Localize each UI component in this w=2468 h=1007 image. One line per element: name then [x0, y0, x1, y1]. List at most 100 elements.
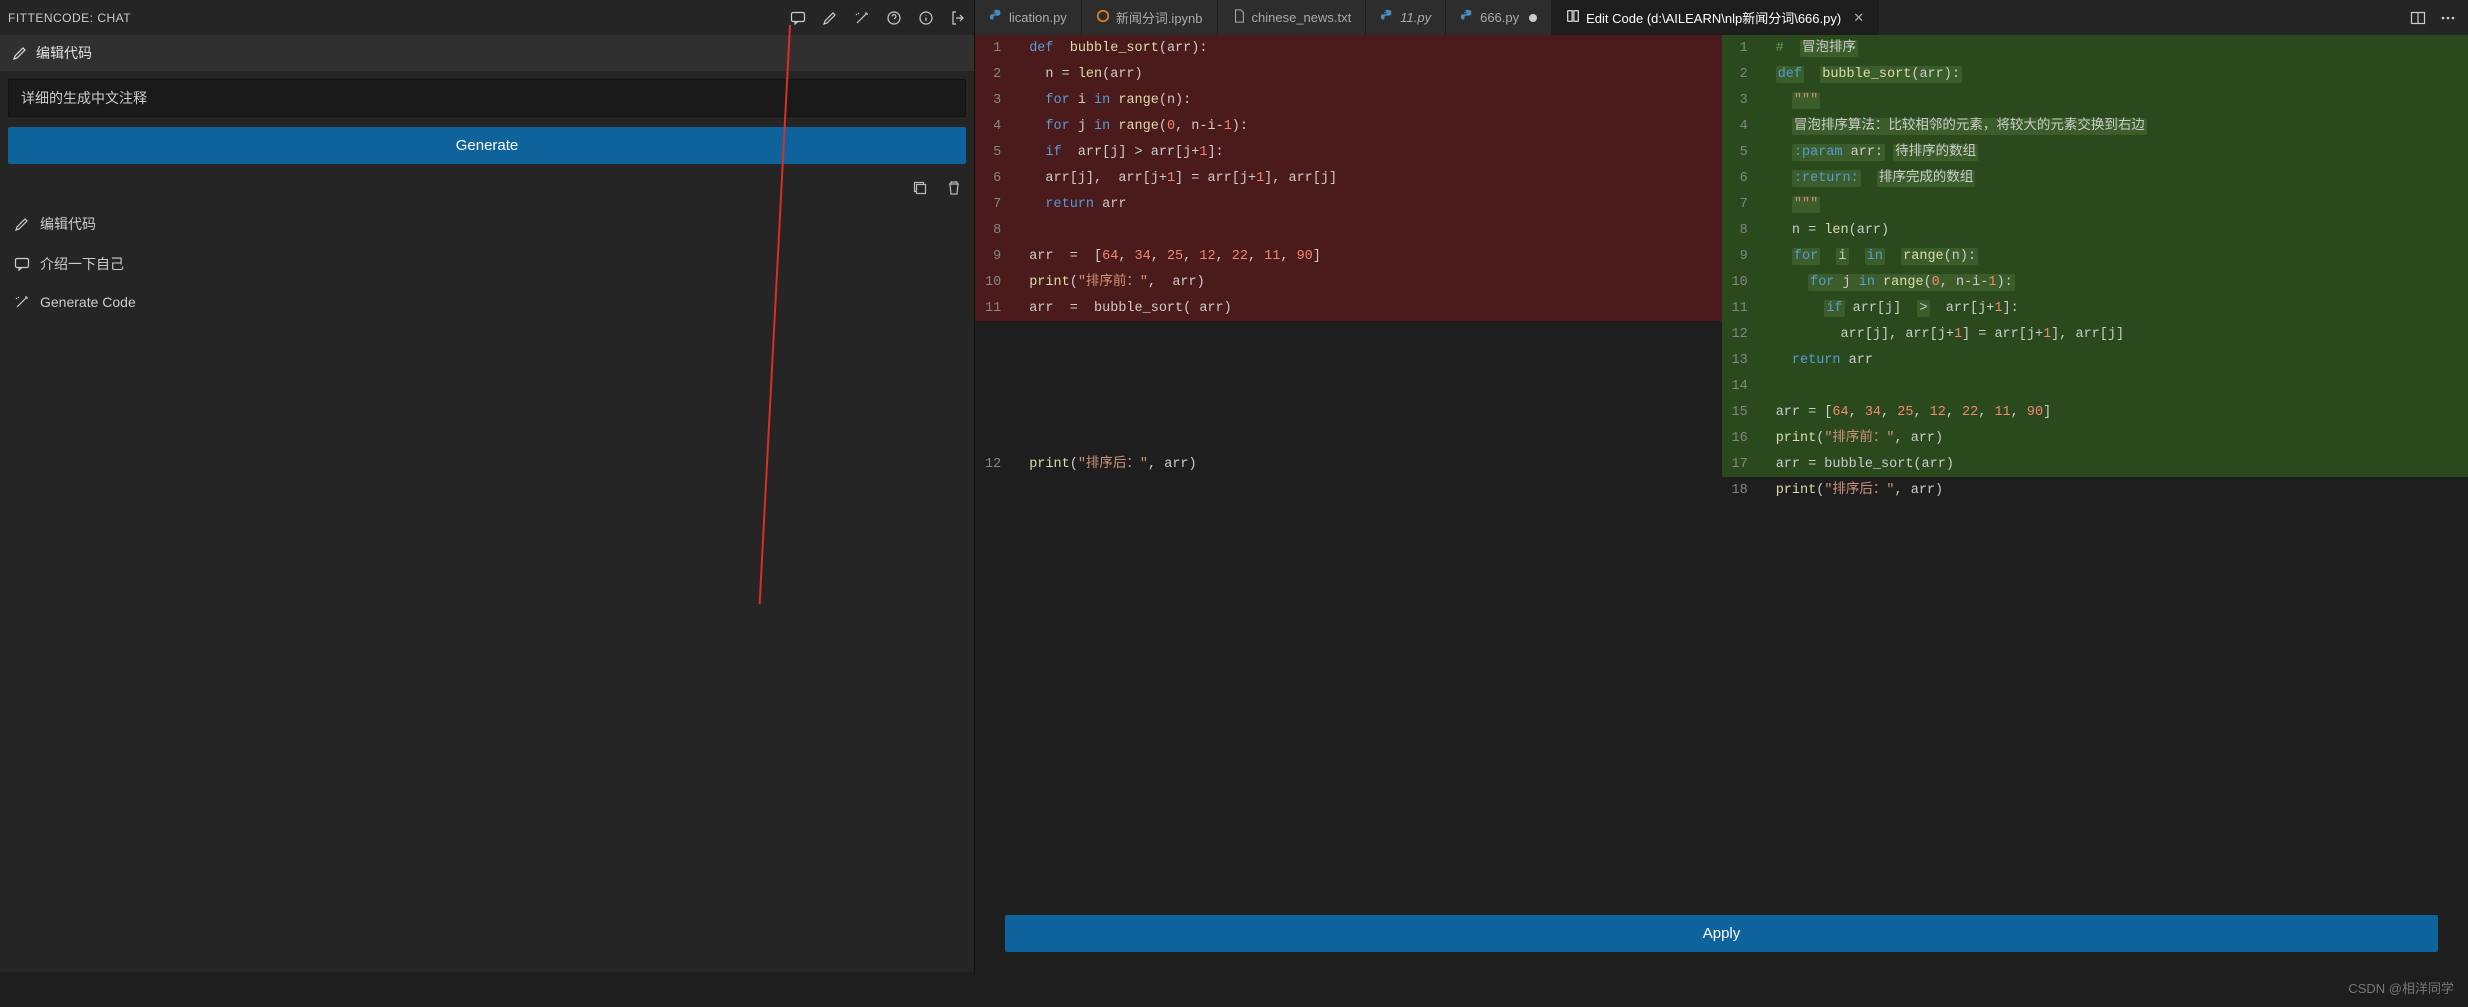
line-number: 12 — [975, 451, 1019, 477]
editor-tab[interactable]: 666.py — [1446, 0, 1552, 35]
edit-icon — [1566, 9, 1580, 26]
code-line[interactable]: arr = bubble_sort( arr) — [1019, 295, 1721, 321]
editor-tab[interactable]: 新闻分词.ipynb — [1082, 0, 1218, 35]
close-icon[interactable]: ✕ — [1853, 10, 1864, 26]
code-line[interactable]: n = len(arr) — [1766, 217, 2468, 243]
code-line[interactable] — [1019, 373, 1721, 399]
code-line[interactable] — [1019, 399, 1721, 425]
code-line[interactable]: return arr — [1766, 347, 2468, 373]
code-line[interactable]: print("排序后：", arr) — [1019, 451, 1721, 477]
line-number: 15 — [1722, 399, 1766, 425]
more-icon[interactable] — [2440, 10, 2456, 26]
diff-editor[interactable]: 123456789101112 def bubble_sort(arr): n … — [975, 35, 2468, 895]
code-line[interactable]: for j in range(0, n-i-1): — [1019, 113, 1721, 139]
pencil-icon — [14, 216, 30, 232]
code-line[interactable]: arr = [64, 34, 25, 12, 22, 11, 90] — [1019, 243, 1721, 269]
line-number: 13 — [1722, 347, 1766, 373]
editor-tab[interactable]: chinese_news.txt — [1218, 0, 1367, 35]
pencil-icon[interactable] — [822, 10, 838, 26]
tab-label: 新闻分词.ipynb — [1116, 8, 1203, 27]
code-line[interactable]: arr = bubble_sort(arr) — [1766, 451, 2468, 477]
diff-left-pane: 123456789101112 def bubble_sort(arr): n … — [975, 35, 1722, 895]
line-number: 11 — [975, 295, 1019, 321]
python-icon — [989, 9, 1003, 26]
line-number: 4 — [1722, 113, 1766, 139]
code-line[interactable] — [1019, 425, 1721, 451]
editor-tab[interactable]: 11.py — [1366, 0, 1446, 35]
code-line[interactable]: def bubble_sort(arr): — [1019, 35, 1721, 61]
history-item[interactable]: 编辑代码 — [0, 204, 974, 244]
code-line[interactable]: 冒泡排序算法：比较相邻的元素，将较大的元素交换到右边 — [1766, 113, 2468, 139]
split-editor-icon[interactable] — [2410, 10, 2426, 26]
tab-label: Edit Code (d:\AILEARN\nlp新闻分词\666.py) — [1586, 8, 1841, 27]
generate-button[interactable]: Generate — [8, 127, 966, 164]
chat-panel-title: FITTENCODE: CHAT — [8, 11, 790, 25]
logout-icon[interactable] — [950, 10, 966, 26]
wand-icon[interactable] — [854, 10, 870, 26]
code-line[interactable]: def bubble_sort(arr): — [1766, 61, 2468, 87]
line-number: 4 — [975, 113, 1019, 139]
pencil-icon — [12, 45, 28, 61]
line-number: 16 — [1722, 425, 1766, 451]
line-number: 1 — [1722, 35, 1766, 61]
chat-panel-header: FITTENCODE: CHAT — [0, 0, 974, 35]
code-line[interactable]: if arr[j] > arr[j+1]: — [1766, 295, 2468, 321]
line-number: 14 — [1722, 373, 1766, 399]
apply-button[interactable]: Apply — [1005, 915, 2438, 952]
info-icon[interactable] — [918, 10, 934, 26]
code-line[interactable]: print("排序后：", arr) — [1766, 477, 2468, 503]
editor-tab[interactable]: lication.py — [975, 0, 1082, 35]
history-list: 编辑代码介绍一下自己 Generate Code — [0, 204, 974, 320]
line-number: 8 — [1722, 217, 1766, 243]
trash-icon[interactable] — [946, 180, 962, 196]
tab-label: chinese_news.txt — [1252, 10, 1352, 25]
tab-label: 11.py — [1400, 10, 1431, 25]
editor-tabs: lication.py 新闻分词.ipynb chinese_news.txt 11.… — [975, 0, 2468, 35]
code-line[interactable] — [1766, 373, 2468, 399]
code-line[interactable] — [1019, 217, 1721, 243]
history-label: 介绍一下自己 — [40, 254, 124, 274]
wand-icon — [14, 294, 30, 310]
watermark: CSDN @相洋同学 — [0, 972, 2468, 1007]
line-number: 1 — [975, 35, 1019, 61]
line-number: 3 — [975, 87, 1019, 113]
python-icon — [1460, 9, 1474, 26]
line-number: 8 — [975, 217, 1019, 243]
code-line[interactable]: print("排序前：", arr) — [1766, 425, 2468, 451]
fittencode-chat-panel: FITTENCODE: CHAT — [0, 0, 975, 972]
edit-code-title: 编辑代码 — [36, 43, 92, 63]
code-line[interactable] — [1019, 347, 1721, 373]
line-number: 6 — [1722, 165, 1766, 191]
code-line[interactable]: arr[j], arr[j+1] = arr[j+1], arr[j] — [1766, 321, 2468, 347]
code-line[interactable] — [1019, 321, 1721, 347]
code-line[interactable]: :param arr: 待排序的数组 — [1766, 139, 2468, 165]
line-number: 10 — [1722, 269, 1766, 295]
code-line[interactable]: for j in range(0, n-i-1): — [1766, 269, 2468, 295]
history-label: 编辑代码 — [40, 214, 96, 234]
chat-input[interactable] — [8, 79, 966, 117]
line-number: 2 — [1722, 61, 1766, 87]
edit-code-header: 编辑代码 — [0, 35, 974, 71]
code-line[interactable]: """ — [1766, 87, 2468, 113]
code-line[interactable]: """ — [1766, 191, 2468, 217]
panel-chat-icon[interactable] — [790, 10, 806, 26]
line-number: 18 — [1722, 477, 1766, 503]
history-item[interactable]: 介绍一下自己 — [0, 244, 974, 284]
code-line[interactable]: for i in range(n): — [1766, 243, 2468, 269]
history-item[interactable]: Generate Code — [0, 284, 974, 320]
copy-icon[interactable] — [912, 180, 928, 196]
code-line[interactable]: arr = [64, 34, 25, 12, 22, 11, 90] — [1766, 399, 2468, 425]
code-line[interactable]: # 冒泡排序 — [1766, 35, 2468, 61]
chat-item-toolbar — [0, 172, 974, 204]
code-line[interactable]: return arr — [1019, 191, 1721, 217]
code-line[interactable]: n = len(arr) — [1019, 61, 1721, 87]
tab-label: 666.py — [1480, 10, 1519, 25]
code-line[interactable]: :return: 排序完成的数组 — [1766, 165, 2468, 191]
editor-tab[interactable]: Edit Code (d:\AILEARN\nlp新闻分词\666.py) ✕ — [1552, 0, 1879, 35]
help-icon[interactable] — [886, 10, 902, 26]
tab-label: lication.py — [1009, 10, 1067, 25]
code-line[interactable]: for i in range(n): — [1019, 87, 1721, 113]
code-line[interactable]: if arr[j] > arr[j+1]: — [1019, 139, 1721, 165]
code-line[interactable]: print("排序前：", arr) — [1019, 269, 1721, 295]
code-line[interactable]: arr[j], arr[j+1] = arr[j+1], arr[j] — [1019, 165, 1721, 191]
